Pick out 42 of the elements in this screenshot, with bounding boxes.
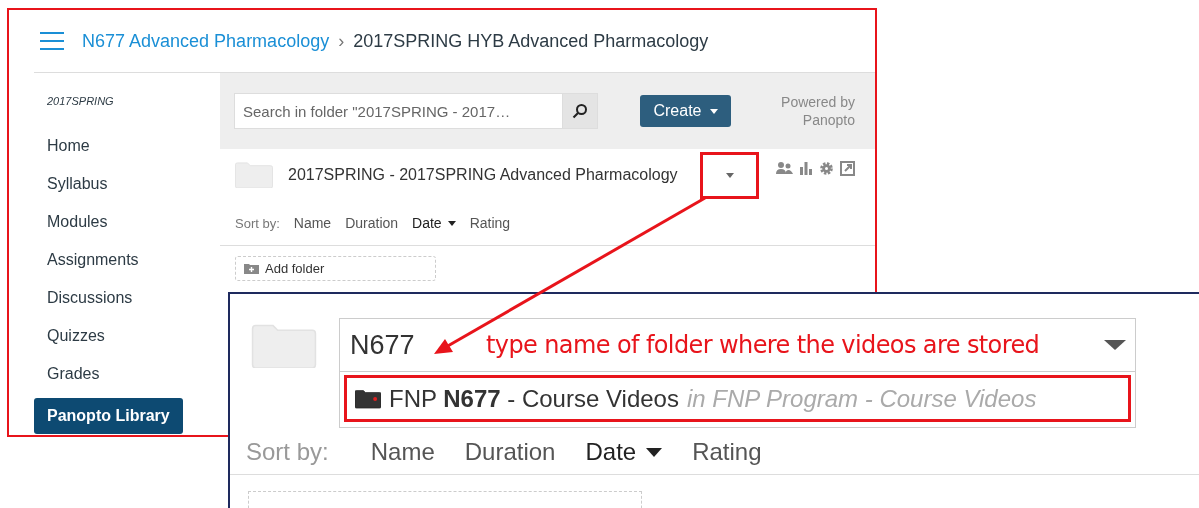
menu-icon[interactable]: [40, 32, 64, 50]
term-label: 2017SPRING: [46, 95, 115, 109]
breadcrumb-current: 2017SPRING HYB Advanced Pharmacology: [353, 30, 709, 52]
breadcrumb-separator: ›: [338, 30, 345, 52]
sort-option[interactable]: Date: [585, 438, 663, 466]
powered-by-text: Powered by Panopto: [781, 93, 855, 129]
sidebar-item[interactable]: Panopto Library: [34, 398, 183, 434]
sort-option[interactable]: Rating: [692, 438, 762, 466]
sidebar-item[interactable]: Assignments: [34, 241, 139, 279]
folder-icon: [235, 162, 273, 188]
sidebar-item[interactable]: Home: [34, 127, 90, 165]
caret-icon[interactable]: [1104, 340, 1126, 350]
sort-option[interactable]: Name: [370, 438, 435, 466]
sort-option[interactable]: Date: [412, 215, 456, 231]
search-button[interactable]: [562, 93, 598, 129]
sidebar-item[interactable]: Syllabus: [34, 165, 108, 203]
search-field[interactable]: Search in folder "2017SPRING - 2017…: [234, 93, 562, 129]
sort-option[interactable]: Duration: [464, 438, 556, 466]
breadcrumb-link[interactable]: N677 Advanced Pharmacology: [82, 30, 330, 52]
sidebar-item[interactable]: Quizzes: [34, 317, 105, 355]
sidebar-item[interactable]: Grades: [34, 355, 100, 393]
search-icon: [572, 103, 588, 119]
add-folder-button[interactable]: Add folder: [235, 256, 436, 281]
folder-icon: [355, 388, 381, 409]
sort-option[interactable]: Rating: [469, 215, 511, 231]
settings-icon[interactable]: [819, 161, 834, 176]
sort-option[interactable]: Duration: [345, 215, 399, 231]
sort-option[interactable]: Name: [293, 215, 332, 231]
add-folder-icon: [244, 263, 259, 274]
bar-chart-icon[interactable]: [799, 161, 813, 175]
external-link-icon[interactable]: [840, 161, 855, 176]
suggestion-location: in FNP Program - Course Videos: [686, 384, 1037, 413]
sidebar-item[interactable]: Discussions: [34, 279, 133, 317]
users-icon[interactable]: [776, 161, 793, 175]
suggestion-text: FNP N677 - Course Videos: [389, 384, 679, 413]
create-button[interactable]: Create: [640, 95, 731, 127]
sort-label: Sort by:: [235, 215, 280, 231]
folder-suggestion[interactable]: FNP N677 - Course Videos in FNP Program - Course Videos: [344, 375, 1131, 422]
sort-label: Sort by:: [246, 438, 329, 466]
annotation-text: type name of folder where the videos are stored: [486, 331, 1040, 359]
sidebar-item[interactable]: Modules: [34, 203, 108, 241]
folder-title: 2017SPRING - 2017SPRING Advanced Pharmacology: [288, 166, 679, 184]
